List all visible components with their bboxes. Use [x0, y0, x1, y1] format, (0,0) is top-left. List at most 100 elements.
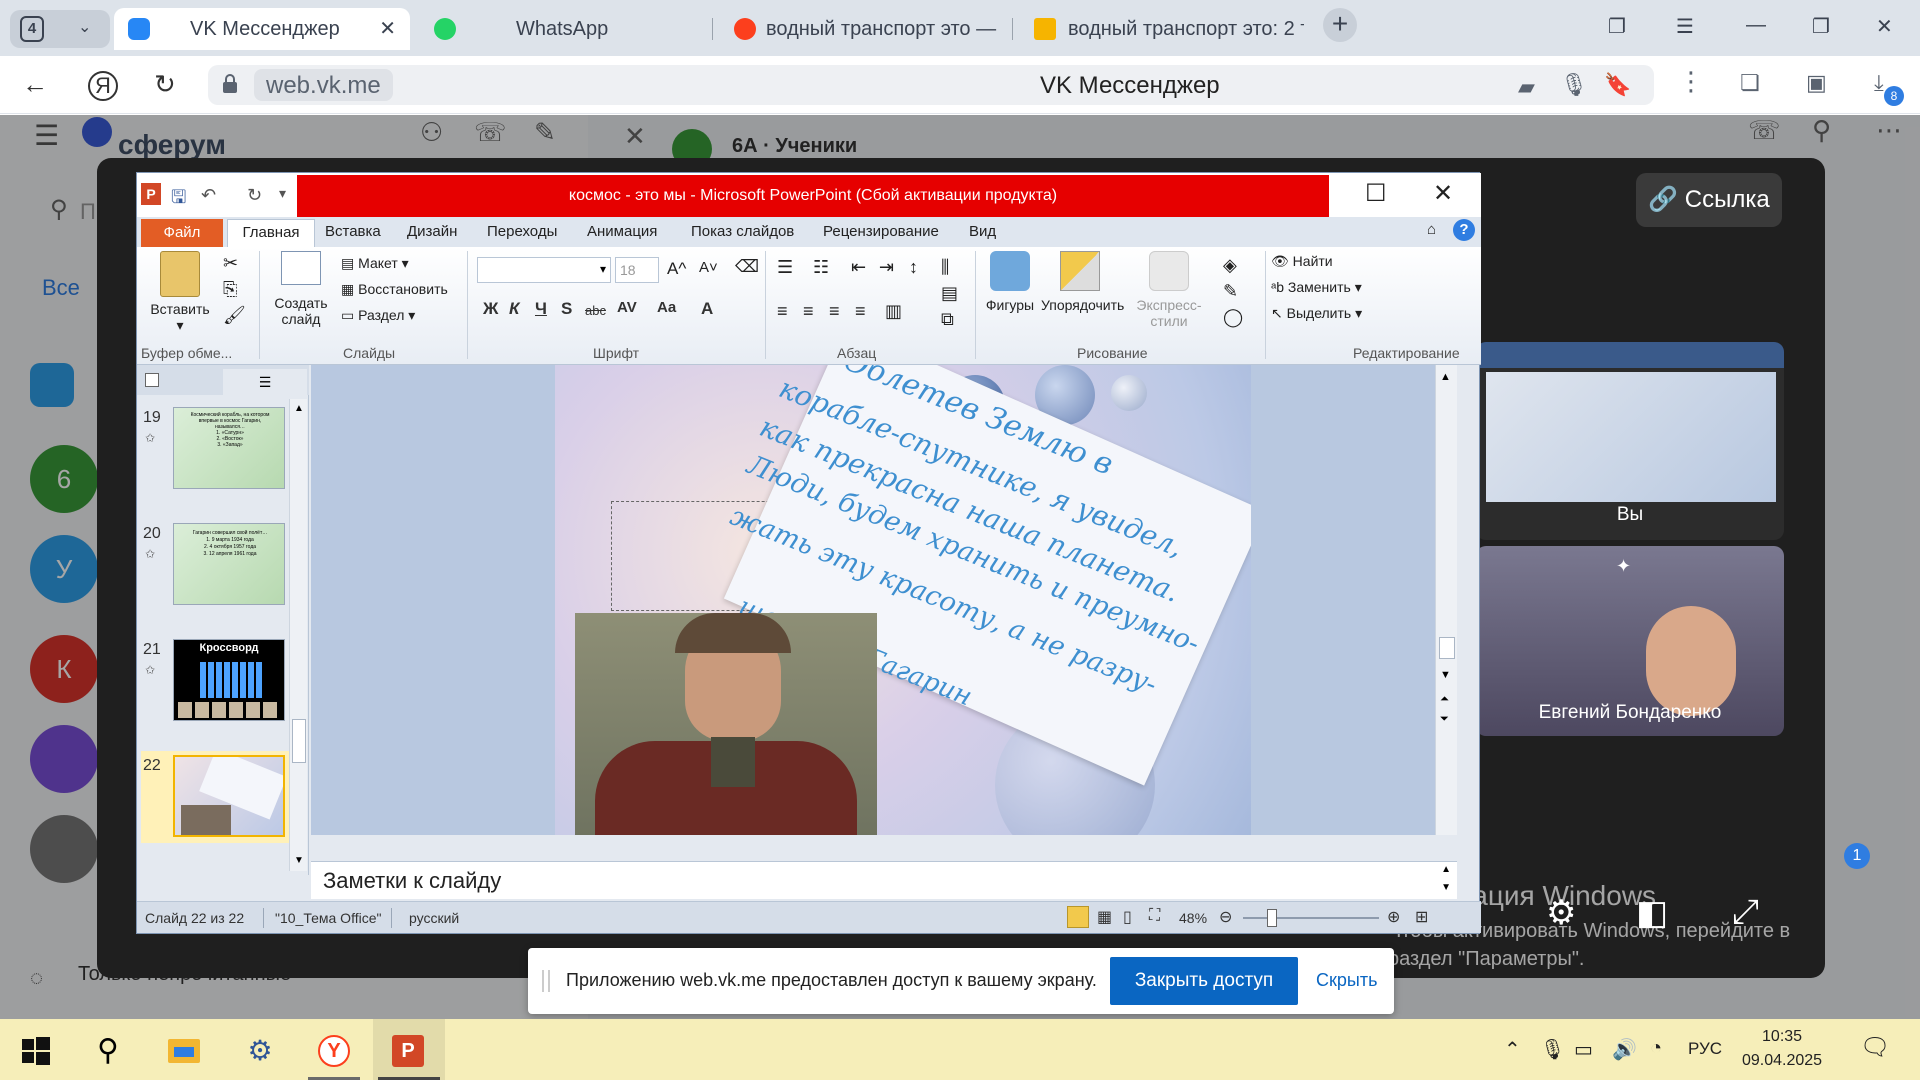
- shapes-button[interactable]: Фигуры: [983, 251, 1037, 313]
- tab-design[interactable]: Дизайн: [407, 223, 457, 240]
- change-case-button[interactable]: Aa: [657, 299, 676, 316]
- fit-slide-icon[interactable]: ⊞: [1415, 907, 1428, 927]
- powerpoint-taskbar-icon[interactable]: P: [388, 1031, 428, 1071]
- zoom-level[interactable]: 48%: [1179, 910, 1207, 926]
- tab-file[interactable]: Файл: [141, 219, 223, 247]
- bookmark-icon[interactable]: 🔖: [1604, 72, 1631, 98]
- reading-view-icon[interactable]: ▯: [1123, 907, 1132, 927]
- slide-sorter-icon[interactable]: ▦: [1097, 907, 1112, 927]
- notes-scroll-up-icon[interactable]: ▲: [1441, 864, 1451, 875]
- align-center-icon[interactable]: ≡: [803, 301, 814, 322]
- system-clock[interactable]: 10:35 09.04.2025: [1742, 1025, 1822, 1073]
- new-slide-button[interactable]: Создать слайд: [269, 251, 333, 327]
- font-color-button[interactable]: A: [701, 299, 713, 319]
- close-icon[interactable]: ✕: [1433, 179, 1453, 208]
- format-painter-icon[interactable]: 🖌: [223, 305, 246, 326]
- scroll-thumb[interactable]: [1439, 637, 1455, 659]
- undo-icon[interactable]: ↶: [201, 185, 216, 206]
- shape-effects-icon[interactable]: ◯: [1223, 307, 1243, 328]
- select-button[interactable]: ↖ Выделить ▾: [1271, 305, 1362, 322]
- customize-qat-icon[interactable]: ▾: [279, 185, 286, 202]
- reset-button[interactable]: ▦ Восстановить: [341, 281, 448, 298]
- copy-link-button[interactable]: 🔗 Ссылка: [1636, 173, 1782, 227]
- underline-button[interactable]: Ч: [535, 299, 547, 319]
- notifications-icon[interactable]: 🗨: [1860, 1033, 1890, 1062]
- microphone-icon[interactable]: 🎙: [1540, 1037, 1565, 1062]
- scroll-up-icon[interactable]: ▲: [294, 403, 304, 414]
- network-tool-icon[interactable]: ⚙: [240, 1031, 280, 1071]
- font-size-field[interactable]: 18: [615, 257, 659, 283]
- gagarin-photo[interactable]: [575, 613, 877, 835]
- find-button[interactable]: 👁 Найти: [1271, 253, 1333, 270]
- shadow-button[interactable]: S: [561, 299, 572, 319]
- yandex-browser-icon[interactable]: Y: [314, 1031, 354, 1071]
- file-explorer-icon[interactable]: [164, 1031, 204, 1071]
- tab-yandex-images[interactable]: водный транспорт это: 2 т: [1020, 8, 1310, 50]
- tab-view[interactable]: Вид: [969, 223, 996, 240]
- microphone-icon[interactable]: 🎙: [1560, 72, 1588, 98]
- input-language[interactable]: РУС: [1688, 1039, 1722, 1059]
- scroll-thumb[interactable]: [292, 719, 306, 763]
- thumbnails-scrollbar[interactable]: ▲ ▼: [289, 399, 307, 871]
- section-button[interactable]: ▭ Раздел ▾: [341, 307, 415, 324]
- close-window-icon[interactable]: ✕: [1876, 14, 1893, 39]
- justify-icon[interactable]: ≡: [855, 301, 866, 322]
- tab-slideshow[interactable]: Показ слайдов: [691, 223, 794, 240]
- layout-button[interactable]: ▤ Макет ▾: [341, 255, 409, 272]
- redo-icon[interactable]: ↻: [247, 185, 262, 206]
- stop-sharing-button[interactable]: Закрыть доступ: [1110, 957, 1298, 1005]
- help-icon[interactable]: ?: [1453, 219, 1475, 241]
- notes-scroll-down-icon[interactable]: ▼: [1441, 882, 1451, 893]
- slide-scrollbar[interactable]: ▲ ▼ ⏶ ⏷: [1435, 365, 1457, 835]
- volume-icon[interactable]: 🔊: [1612, 1037, 1637, 1062]
- back-arrow-icon[interactable]: ←: [22, 69, 48, 100]
- slides-tab-icon[interactable]: [145, 373, 159, 387]
- extension-icon[interactable]: ▣: [1806, 70, 1827, 96]
- zoom-slider-thumb[interactable]: [1266, 909, 1277, 927]
- columns-icon[interactable]: ▥: [885, 301, 902, 322]
- scroll-down-icon[interactable]: ▼: [294, 855, 304, 866]
- tab-insert[interactable]: Вставка: [325, 223, 381, 240]
- scroll-down-icon[interactable]: ▼: [1440, 669, 1451, 681]
- tab-whatsapp[interactable]: WhatsApp: [420, 8, 700, 50]
- minimize-icon[interactable]: —: [1746, 14, 1766, 37]
- smartart-icon[interactable]: ⧉: [941, 309, 954, 330]
- tab-home[interactable]: Главная: [227, 219, 315, 249]
- next-slide-icon[interactable]: ⏷: [1440, 713, 1449, 726]
- bullets-icon[interactable]: ☰: [777, 257, 793, 278]
- copy-icon[interactable]: ⎘: [223, 279, 237, 300]
- italic-button[interactable]: К: [509, 299, 519, 319]
- yandex-logo-icon[interactable]: Я: [88, 71, 118, 101]
- zoom-slider-track[interactable]: [1243, 917, 1379, 919]
- reload-icon[interactable]: ↻: [154, 69, 176, 100]
- slide-thumbnail-21[interactable]: Кроссворд: [173, 639, 285, 721]
- align-text-icon[interactable]: ▤: [941, 283, 958, 304]
- url-field[interactable]: web.vk.me VK Мессенджер ▰ 🎙 🔖: [208, 65, 1654, 105]
- current-slide[interactable]: Облетев Землю в корабле-спутнике, я увид…: [555, 365, 1251, 835]
- self-video-tile[interactable]: Вы: [1476, 342, 1784, 540]
- numbering-icon[interactable]: ☷: [813, 257, 829, 278]
- slide-thumbnail-20[interactable]: Гагарин совершил свой полёт… 1. 9 марта …: [173, 523, 285, 605]
- increase-indent-icon[interactable]: ⇥: [879, 257, 894, 278]
- slide-thumbnail-22[interactable]: [173, 755, 285, 837]
- arrange-button[interactable]: Упорядочить: [1041, 251, 1124, 313]
- language[interactable]: русский: [409, 910, 459, 926]
- chevron-up-icon[interactable]: ⌃: [1504, 1037, 1521, 1062]
- tab-yandex-search[interactable]: водный транспорт это —: [720, 8, 1004, 50]
- slide-notes[interactable]: Заметки к слайду ▲ ▼: [311, 861, 1457, 899]
- bold-button[interactable]: Ж: [483, 299, 498, 319]
- search-icon[interactable]: ⚲: [88, 1031, 128, 1071]
- grow-font-icon[interactable]: A^: [667, 259, 686, 279]
- shape-outline-icon[interactable]: ✎: [1223, 281, 1238, 302]
- save-icon[interactable]: 🖫: [171, 185, 186, 215]
- participant-video-tile[interactable]: ✦ Евгений Бондаренко: [1476, 546, 1784, 736]
- wifi-icon[interactable]: ◔: [1650, 1037, 1662, 1060]
- shrink-font-icon[interactable]: A˅: [699, 259, 718, 276]
- windows-start-icon[interactable]: [16, 1031, 56, 1071]
- restore-icon[interactable]: ☐: [1365, 179, 1387, 208]
- font-name-field[interactable]: ▾: [477, 257, 611, 283]
- new-tab-button[interactable]: +: [1323, 8, 1357, 42]
- shape-fill-icon[interactable]: ◈: [1223, 255, 1237, 276]
- replace-button[interactable]: ᵃb Заменить ▾: [1271, 279, 1362, 296]
- outline-tab-icon[interactable]: ☰: [223, 369, 307, 395]
